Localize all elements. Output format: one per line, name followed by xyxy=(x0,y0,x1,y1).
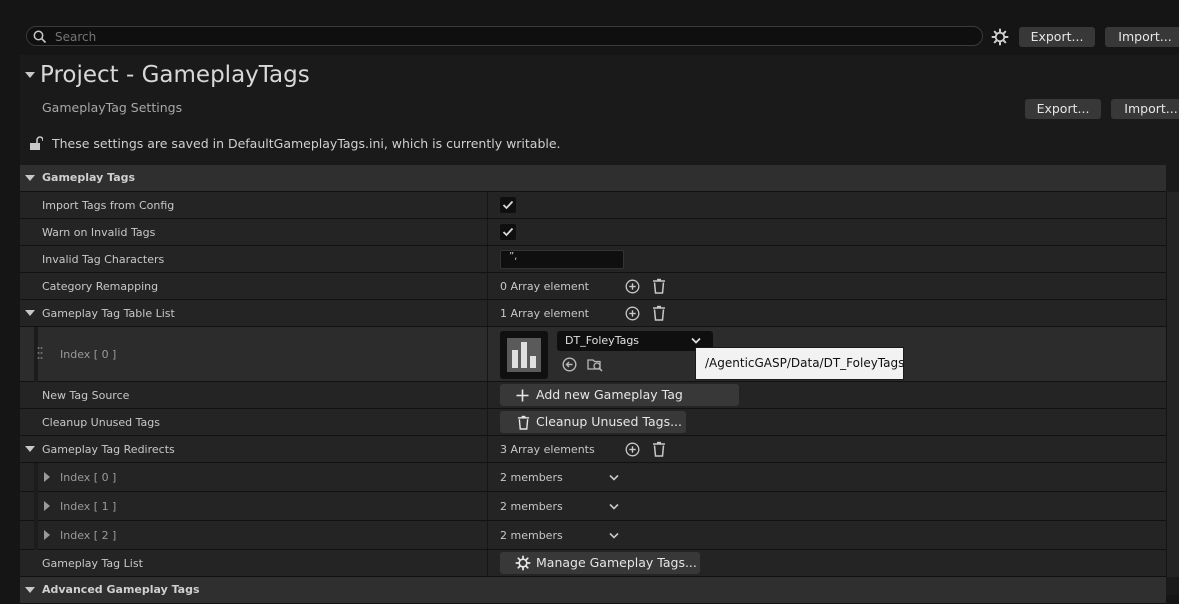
plus-icon xyxy=(516,389,529,402)
prop-invalid-chars: Invalid Tag Characters ”, xyxy=(20,246,1166,273)
page-title: Project - GameplayTags xyxy=(40,62,310,88)
redirect-item[interactable]: Index [ 1 ] 2 members xyxy=(20,492,1166,521)
asset-path-tooltip: /AgenticGASP/Data/DT_FoleyTags xyxy=(695,347,904,380)
prop-label: Cleanup Unused Tags xyxy=(42,416,160,429)
search-box[interactable] xyxy=(26,26,983,46)
section-export-button[interactable]: Export... xyxy=(1025,99,1101,119)
trash-icon[interactable] xyxy=(652,305,666,321)
prop-warn-invalid: Warn on Invalid Tags xyxy=(20,219,1166,246)
reset-column xyxy=(1166,192,1179,577)
prop-label: Gameplay Tag Table List xyxy=(42,307,175,320)
use-selected-icon[interactable] xyxy=(562,357,577,372)
prop-label: Import Tags from Config xyxy=(42,199,175,212)
prop-label: Gameplay Tag Redirects xyxy=(42,443,175,456)
invalid-chars-value: ”, xyxy=(509,251,518,262)
check-icon xyxy=(502,227,514,237)
prop-redirects[interactable]: Gameplay Tag Redirects 3 Array elements xyxy=(20,436,1166,463)
index-label: Index [ 0 ] xyxy=(60,471,117,484)
asset-thumbnail[interactable] xyxy=(500,331,548,379)
expand-icon[interactable] xyxy=(44,472,50,482)
trash-icon[interactable] xyxy=(652,441,666,457)
chevron-down-icon[interactable] xyxy=(609,503,619,511)
asset-combo[interactable]: DT_FoleyTags xyxy=(557,331,713,351)
members-count: 2 members xyxy=(500,471,563,484)
trash-icon xyxy=(517,415,530,430)
prop-new-source: New Tag Source Add new Gameplay Tag sour… xyxy=(20,382,1166,424)
category-label: Gameplay Tags xyxy=(42,171,136,184)
prop-category-remap: Category Remapping 0 Array element xyxy=(20,273,1166,300)
table-list-index-0: Index [ 0 ] DT_FoleyTags xyxy=(20,327,1166,382)
indent-bar xyxy=(34,521,38,550)
prop-table-list[interactable]: Gameplay Tag Table List 1 Array element xyxy=(20,300,1166,327)
settings-gear-icon[interactable] xyxy=(991,28,1009,46)
expand-icon[interactable] xyxy=(44,501,50,511)
section-import-button[interactable]: Import... xyxy=(1111,99,1179,119)
expand-icon[interactable] xyxy=(44,530,50,540)
writable-info: These settings are saved in DefaultGamep… xyxy=(52,136,561,151)
members-count: 2 members xyxy=(500,500,563,513)
add-element-icon[interactable] xyxy=(625,306,640,321)
chevron-down-icon[interactable] xyxy=(609,474,619,482)
prop-label: Invalid Tag Characters xyxy=(42,253,165,266)
import-button[interactable]: Import... xyxy=(1105,27,1179,47)
settings-panel: Project - GameplayTags GameplayTag Setti… xyxy=(20,55,1179,604)
unlock-icon xyxy=(30,136,43,150)
prop-cleanup: Cleanup Unused Tags Cleanup Unused Tags.… xyxy=(20,409,1166,436)
members-count: 2 members xyxy=(500,529,563,542)
manage-tags-button[interactable]: Manage Gameplay Tags... xyxy=(500,552,700,574)
category-label: Advanced Gameplay Tags xyxy=(42,583,200,596)
prop-label: Warn on Invalid Tags xyxy=(42,226,156,239)
browse-asset-icon[interactable] xyxy=(587,356,604,373)
category-gameplay-tags[interactable]: Gameplay Tags xyxy=(20,165,1166,192)
prop-label: Gameplay Tag List xyxy=(42,557,143,570)
button-label: Cleanup Unused Tags... xyxy=(536,414,683,429)
page-subtitle: GameplayTag Settings xyxy=(42,100,183,115)
index-label: Index [ 1 ] xyxy=(60,500,117,513)
asset-name: DT_FoleyTags xyxy=(565,334,640,347)
chevron-down-icon[interactable] xyxy=(609,532,619,540)
collapse-icon[interactable] xyxy=(25,72,35,78)
invalid-chars-field[interactable]: ”, xyxy=(500,250,624,269)
prop-label: Category Remapping xyxy=(42,280,159,293)
indent-bar xyxy=(34,492,38,521)
prop-tag-list: Gameplay Tag List Manage Gameplay Tags..… xyxy=(20,550,1166,577)
import-tags-checkbox[interactable] xyxy=(500,197,516,213)
check-icon xyxy=(502,200,514,210)
index-label: Index [ 2 ] xyxy=(60,529,117,542)
trash-icon[interactable] xyxy=(652,278,666,294)
prop-label: New Tag Source xyxy=(42,389,130,402)
search-input[interactable] xyxy=(53,28,957,46)
redirect-item[interactable]: Index [ 2 ] 2 members xyxy=(20,521,1166,550)
array-count: 1 Array element xyxy=(500,307,589,320)
category-advanced[interactable]: Advanced Gameplay Tags xyxy=(20,577,1166,604)
index-label: Index [ 0 ] xyxy=(60,348,117,361)
button-label: Manage Gameplay Tags... xyxy=(536,555,697,570)
drag-handle-icon[interactable] xyxy=(37,346,43,360)
indent-bar xyxy=(34,463,38,492)
expand-icon[interactable] xyxy=(25,310,35,316)
array-count: 0 Array element xyxy=(500,280,589,293)
add-tag-source-button[interactable]: Add new Gameplay Tag source... xyxy=(500,384,739,424)
expand-icon[interactable] xyxy=(25,175,35,181)
warn-invalid-checkbox[interactable] xyxy=(500,224,516,240)
expand-icon[interactable] xyxy=(25,587,35,593)
cleanup-tags-button[interactable]: Cleanup Unused Tags... xyxy=(500,411,686,433)
prop-import-tags: Import Tags from Config xyxy=(20,192,1166,219)
expand-icon[interactable] xyxy=(25,446,35,452)
export-button[interactable]: Export... xyxy=(1019,27,1095,47)
array-count: 3 Array elements xyxy=(500,443,595,456)
data-table-icon xyxy=(507,338,541,372)
search-icon xyxy=(33,30,47,44)
gear-icon xyxy=(515,555,531,571)
tooltip-text: /AgenticGASP/Data/DT_FoleyTags xyxy=(705,356,905,370)
add-element-icon[interactable] xyxy=(625,442,640,457)
add-element-icon[interactable] xyxy=(625,279,640,294)
chevron-down-icon xyxy=(691,337,701,344)
redirect-item[interactable]: Index [ 0 ] 2 members xyxy=(20,463,1166,492)
